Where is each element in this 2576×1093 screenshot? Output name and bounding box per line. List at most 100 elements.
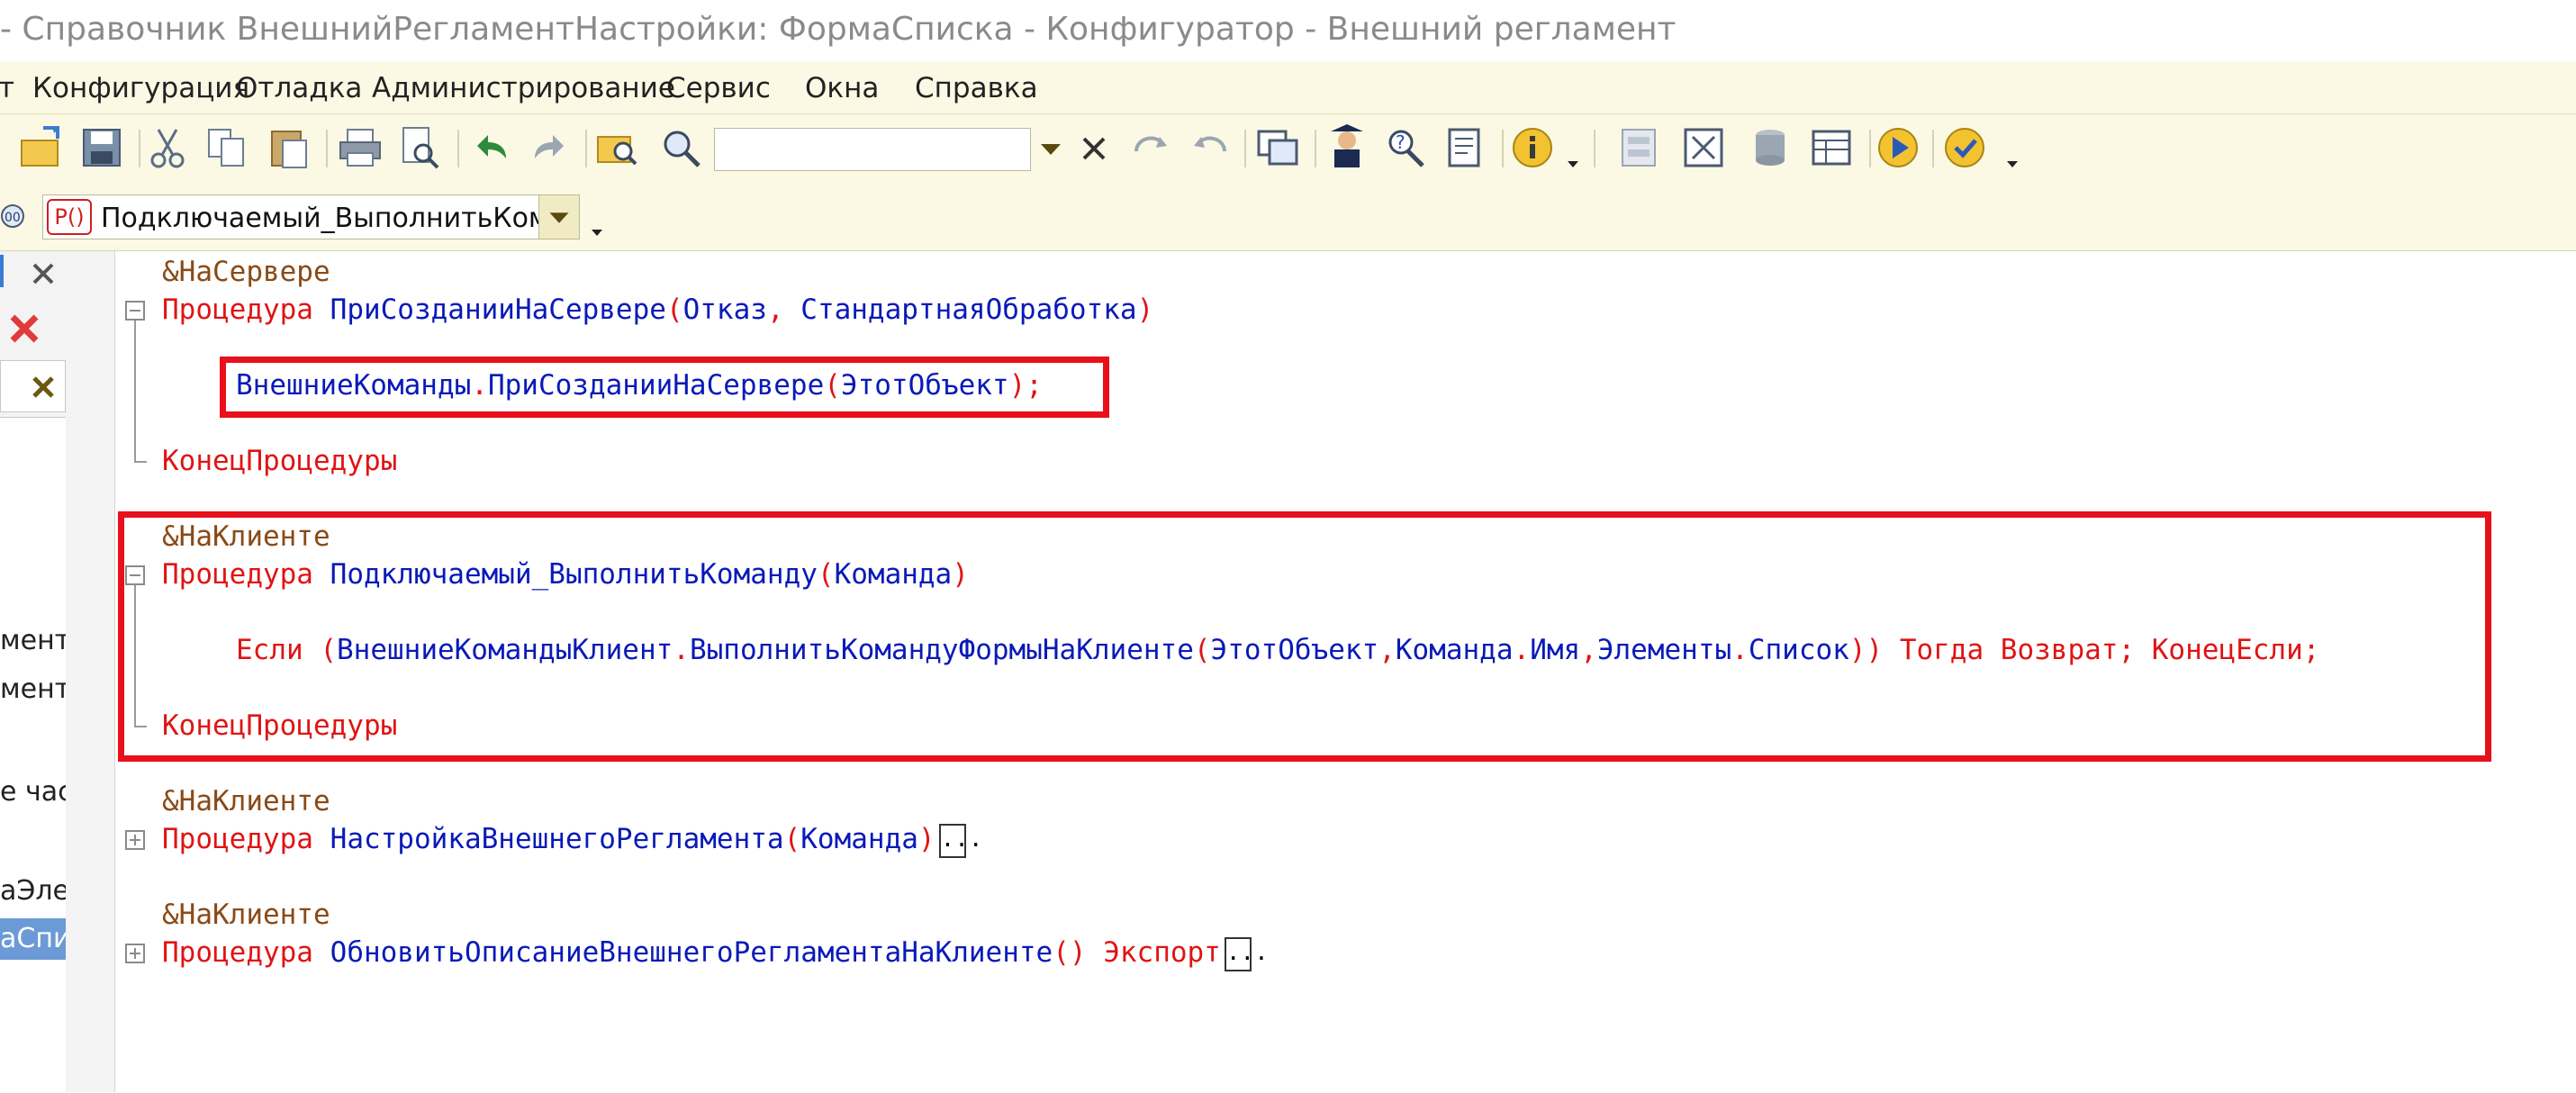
list-item[interactable]: е част [0,776,66,808]
directive: &НаКлиенте [162,785,330,817]
param: СтандартнаяОбработка [800,294,1137,326]
code-line-4: КонецПроцедуры [162,443,397,479]
menu-item-truncated[interactable]: т [0,72,14,104]
panel-tab[interactable] [0,255,4,287]
menu-bar: т Конфигурация Отладка Администрирование… [0,61,2576,114]
keyword: Экспорт [1103,936,1221,969]
toolbar-separator [1932,130,1934,167]
find-prev-icon[interactable] [1187,124,1234,171]
toolbar-separator [1502,130,1504,167]
toolbar-separator [1594,130,1595,167]
toolbar-separator [1244,130,1246,167]
collapsed-block-button[interactable]: ... [1224,936,1269,971]
edit-module-icon[interactable] [1442,124,1489,171]
param: Команда [800,823,918,855]
svg-text:?: ? [1396,131,1406,153]
database-icon[interactable] [1747,124,1794,171]
undo-icon[interactable] [468,124,515,171]
save-icon[interactable] [78,124,125,171]
left-list: мент ментН е част аЭлем аСпис [0,417,66,1093]
paren: ( [783,823,801,855]
search-dropdown-icon[interactable] [1032,128,1070,169]
print-preview-icon[interactable] [396,124,443,171]
fold-expand-icon[interactable] [125,830,145,850]
paren: ( [665,294,683,326]
module-structure-icon[interactable]: 00 [0,198,29,234]
collapsed-block-button[interactable]: ... [938,823,983,858]
procedure-name: ОбновитьОписаниеВнешнегоРегламентаНаКлие… [330,936,1053,969]
redo-icon[interactable] [526,124,573,171]
highlight-box [118,511,2491,762]
paste-icon[interactable] [267,124,313,171]
cut-icon[interactable] [144,124,191,171]
editor-gutter [68,251,115,1092]
fold-end [134,461,147,463]
paren: ) [917,823,935,855]
search-input[interactable] [714,128,1031,171]
menu-item-administration[interactable]: Администрирование [372,72,675,104]
info-icon[interactable] [1509,124,1556,171]
code-line-10: Процедура НастройкаВнешнегоРегламента(Ко… [162,821,983,858]
toolbar-separator [1315,130,1316,167]
svg-text:00: 00 [5,211,21,225]
toolbar-separator [457,130,459,167]
print-icon[interactable] [337,124,384,171]
toolbar-separator [1869,130,1871,167]
find-in-folder-icon[interactable] [594,124,641,171]
code-line-1: &НаСервере [162,254,330,290]
delete-icon[interactable] [5,310,43,348]
keyword: Процедура [162,823,313,855]
procedure-dropdown-icon[interactable] [538,194,580,239]
procedure-selector-value: Подключаемый_ВыполнитьКоман, [101,203,574,234]
procedure-name: НастройкаВнешнегоРегламента [330,823,784,855]
debug-icon[interactable] [1941,124,1988,171]
fold-expand-icon[interactable] [125,944,145,963]
find-next-icon[interactable] [1127,124,1174,171]
copy-icon[interactable] [203,124,250,171]
close-icon[interactable] [27,257,59,290]
procedure-name: ПриСозданииНаСервере [330,294,666,326]
menu-item-help[interactable]: Справка [915,72,1038,104]
title-bar: - Справочник ВнешнийРегламентНастройки: … [0,0,2576,61]
search-clear-icon[interactable] [1073,128,1115,169]
toolbar-separator [326,130,328,167]
chevron-down-icon[interactable] [589,227,605,238]
highlight-box [220,357,1109,418]
code-line-9: &НаКлиенте [162,783,330,819]
menu-item-windows[interactable]: Окна [805,72,879,104]
list-item[interactable]: мент [0,625,66,656]
chevron-down-icon[interactable] [2004,158,2020,169]
procedure-icon: P() [47,199,92,235]
keyword: КонецПроцедуры [162,445,398,477]
windows-icon[interactable] [1255,124,1302,171]
run-icon[interactable] [1875,124,1921,171]
fold-collapse-icon[interactable] [125,301,145,321]
window-title: - Справочник ВнешнийРегламентНастройки: … [0,11,1677,48]
find-icon[interactable] [657,124,704,171]
paren: ) [1136,294,1154,326]
list-item-selected[interactable]: аСпис [0,918,66,960]
open-icon[interactable] [18,124,65,171]
syntax-helper-icon[interactable]: ? [1383,124,1430,171]
chevron-down-icon[interactable] [1565,158,1581,169]
code-line-12: Процедура ОбновитьОписаниеВнешнегоРеглам… [162,935,1269,971]
param: Отказ [682,294,767,326]
menu-item-configuration[interactable]: Конфигурация [32,72,249,104]
wizard-icon[interactable] [1324,124,1370,171]
clear-icon[interactable] [27,371,59,403]
config-icon[interactable] [1615,124,1662,171]
compare-icon[interactable] [1680,124,1727,171]
comma: , [766,294,784,326]
fold-line [134,321,136,461]
code-line-2: Процедура ПриСозданииНаСервере(Отказ, Ст… [162,292,1153,328]
keyword: Процедура [162,936,313,969]
list-item[interactable]: ментН [0,673,66,705]
list-item[interactable]: аЭлем [0,875,66,907]
code-line-11: &НаКлиенте [162,897,330,933]
procedure-selector[interactable]: P() Подключаемый_ВыполнитьКоман, [42,194,580,239]
paren: () [1053,936,1087,969]
menu-item-service[interactable]: Сервис [666,72,771,104]
directive: &НаКлиенте [162,899,330,931]
table-icon[interactable] [1808,124,1855,171]
menu-item-debug[interactable]: Отладка [236,72,362,104]
